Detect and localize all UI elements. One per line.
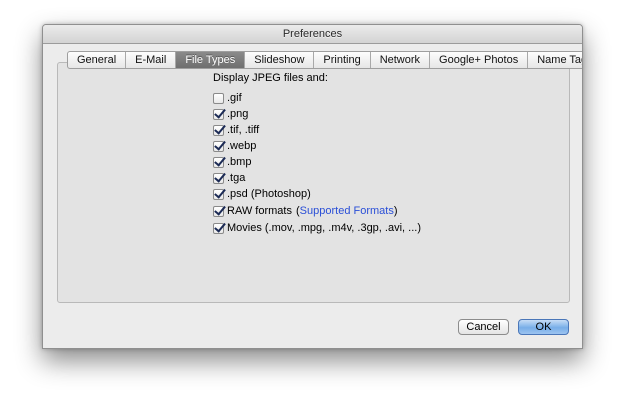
raw-paren-close: ) xyxy=(393,205,398,217)
file-types-heading: Display JPEG files and: xyxy=(213,72,328,84)
option-raw[interactable]: RAW formats ( Supported Formats ) xyxy=(213,204,398,218)
webp-checkbox[interactable] xyxy=(213,140,224,152)
option-tiff[interactable]: .tif, .tiff xyxy=(213,123,259,137)
gif-label: .gif xyxy=(227,92,242,104)
tab-content-panel xyxy=(57,62,570,303)
tab-slideshow[interactable]: Slideshow xyxy=(244,52,313,68)
psd-checkbox[interactable] xyxy=(213,188,224,200)
tiff-checkbox[interactable] xyxy=(213,124,224,136)
tab-network[interactable]: Network xyxy=(369,52,429,68)
psd-label: .psd (Photoshop) xyxy=(227,188,311,200)
tab-name-tags[interactable]: Name Tags xyxy=(527,52,582,68)
tab-general[interactable]: General xyxy=(68,52,125,68)
option-png[interactable]: .png xyxy=(213,107,248,121)
bmp-label: .bmp xyxy=(227,156,252,168)
option-webp[interactable]: .webp xyxy=(213,139,256,153)
bmp-checkbox[interactable] xyxy=(213,156,224,168)
cancel-button[interactable]: Cancel xyxy=(458,319,509,335)
window-title: Preferences xyxy=(43,25,582,44)
option-bmp[interactable]: .bmp xyxy=(213,155,251,169)
raw-checkbox[interactable] xyxy=(213,205,224,217)
webp-label: .webp xyxy=(227,140,257,152)
preferences-window: Preferences General E-Mail File Types Sl… xyxy=(42,24,583,349)
tiff-label: .tif, .tiff xyxy=(227,124,260,136)
option-tga[interactable]: .tga xyxy=(213,171,245,185)
raw-label: RAW formats xyxy=(227,205,292,217)
option-movies[interactable]: Movies (.mov, .mpg, .m4v, .3gp, .avi, ..… xyxy=(213,221,421,235)
ok-button[interactable]: OK xyxy=(518,319,569,335)
tab-bar: General E-Mail File Types Slideshow Prin… xyxy=(67,51,582,69)
tab-google-photos[interactable]: Google+ Photos xyxy=(429,52,527,68)
gif-checkbox[interactable] xyxy=(213,92,224,104)
tab-printing[interactable]: Printing xyxy=(313,52,369,68)
option-gif[interactable]: .gif xyxy=(213,91,242,105)
supported-formats-link[interactable]: Supported Formats xyxy=(300,205,394,217)
movies-label: Movies (.mov, .mpg, .m4v, .3gp, .avi, ..… xyxy=(227,222,421,234)
tab-email[interactable]: E-Mail xyxy=(125,52,175,68)
tga-checkbox[interactable] xyxy=(213,172,224,184)
png-checkbox[interactable] xyxy=(213,108,224,120)
png-label: .png xyxy=(227,108,249,120)
movies-checkbox[interactable] xyxy=(213,222,224,234)
option-psd[interactable]: .psd (Photoshop) xyxy=(213,187,311,201)
tga-label: .tga xyxy=(227,172,246,184)
tab-file-types[interactable]: File Types xyxy=(175,52,245,68)
